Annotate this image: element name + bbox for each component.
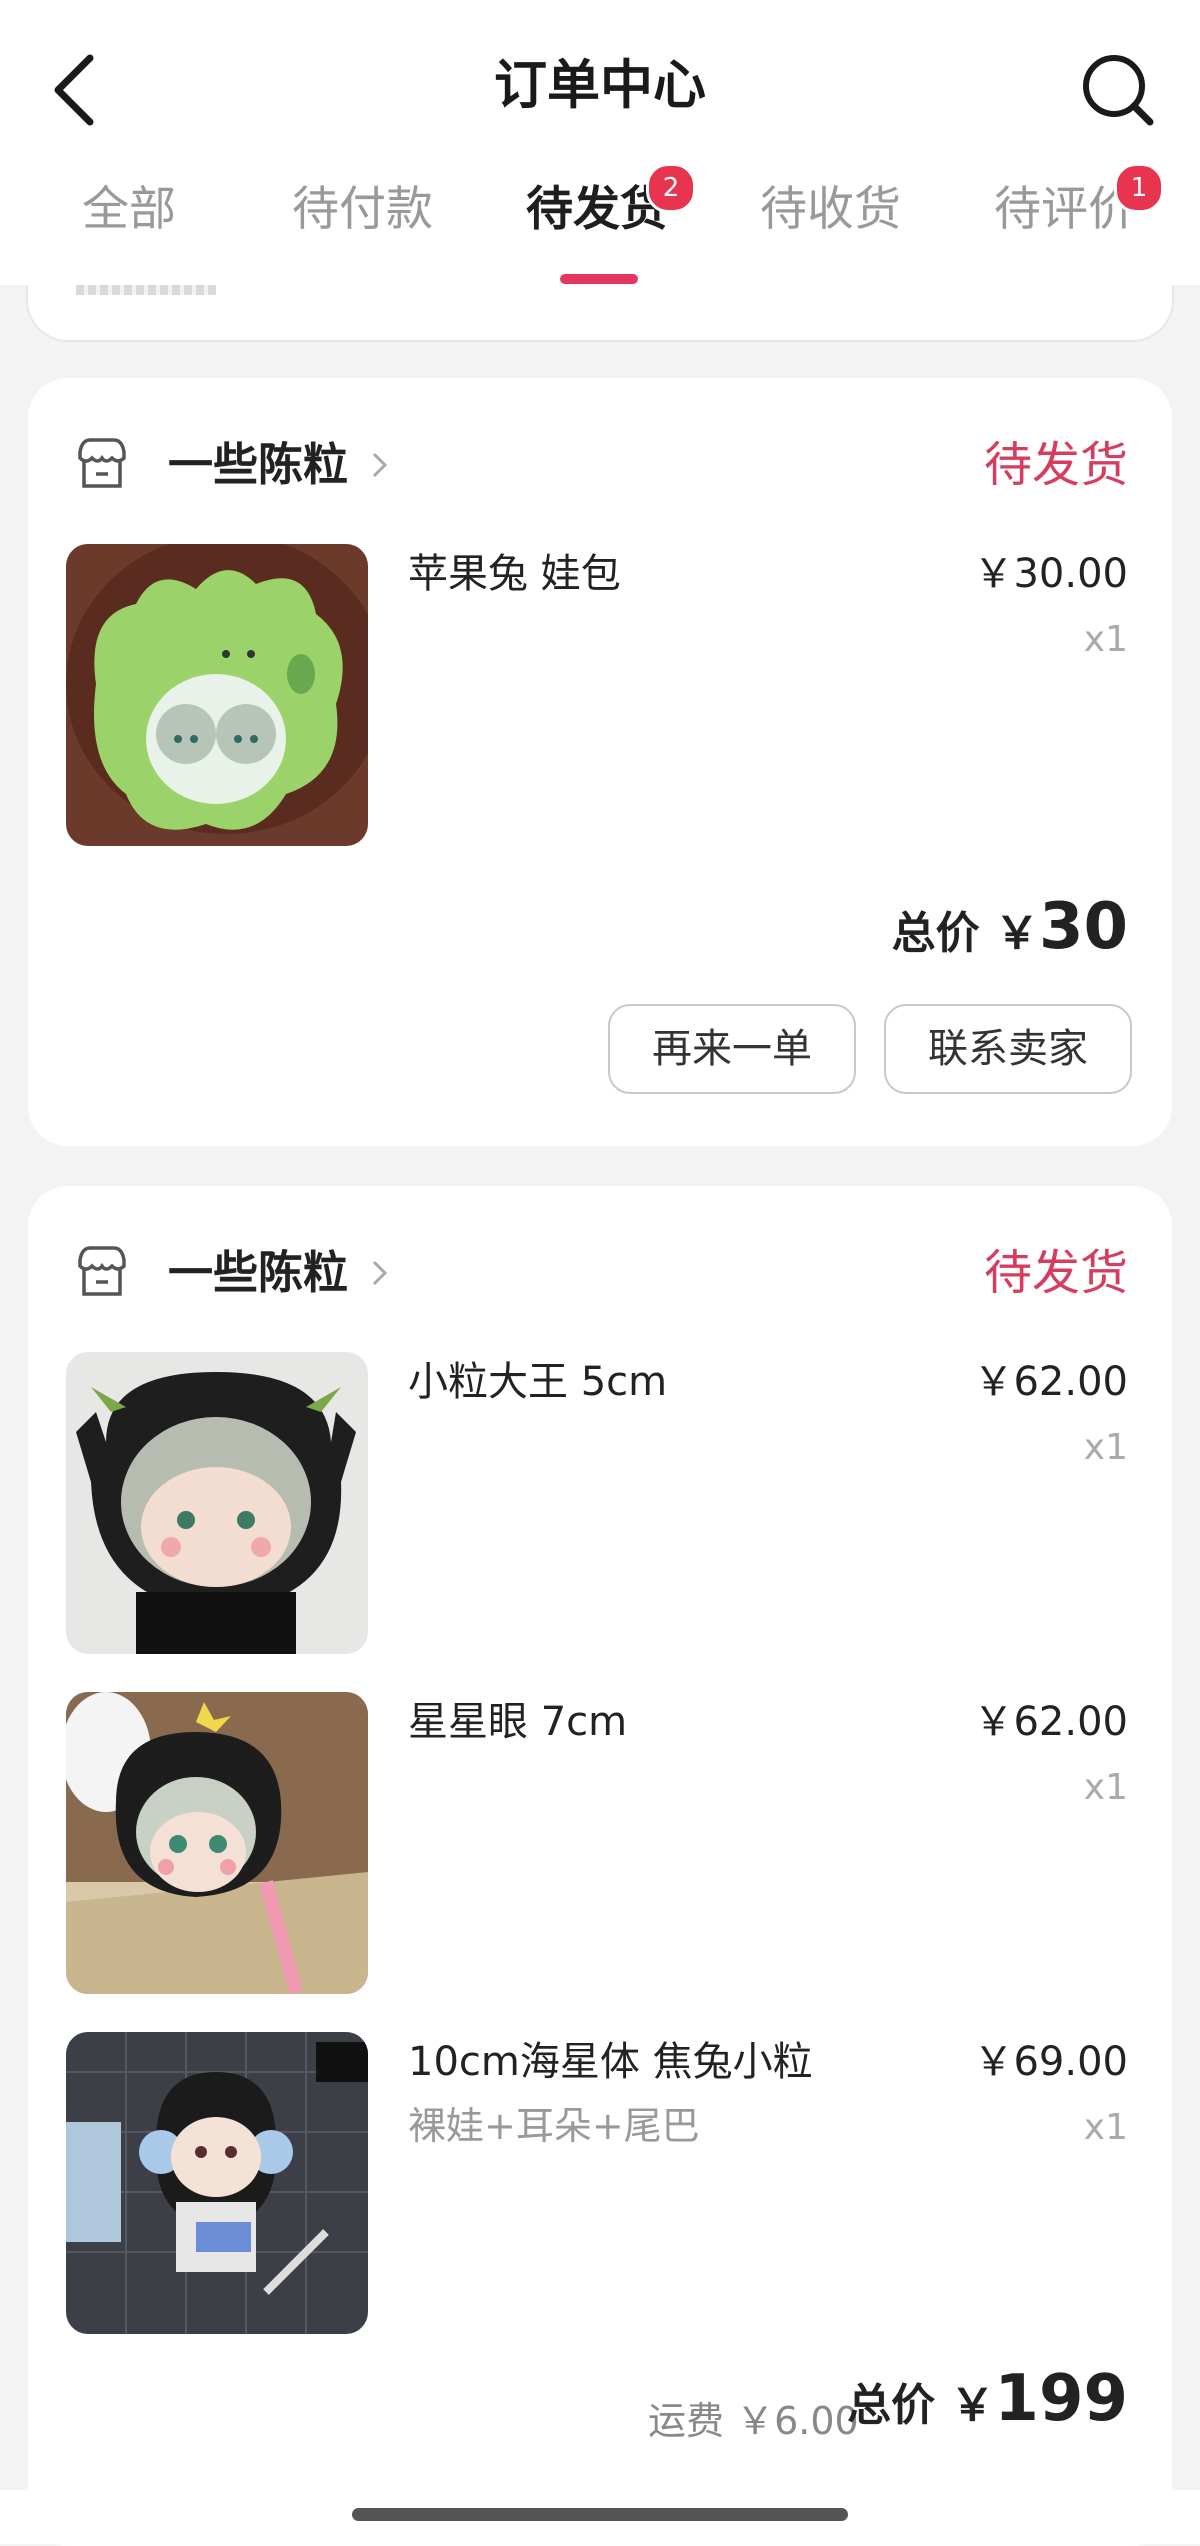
tab-pending-receipt[interactable]: 待收货 — [760, 175, 901, 245]
product-name: 10cm海星体 焦兔小粒 — [408, 2039, 813, 2085]
contact-seller-button[interactable]: 联系卖家 — [884, 1004, 1132, 1094]
store-icon — [78, 1246, 126, 1296]
product-price: ￥69.00 — [973, 2039, 1128, 2085]
order-card: 一些陈粒 待发货 苹果兔 娃包 ￥30.00 x1 总价 ￥30 再来一单 联系… — [28, 378, 1172, 1146]
shop-row[interactable]: 一些陈粒 待发货 — [28, 426, 1172, 506]
product-image[interactable] — [66, 544, 368, 846]
product-image[interactable] — [66, 1352, 368, 1654]
tab-all[interactable]: 全部 — [82, 175, 176, 245]
order-item[interactable]: 苹果兔 娃包 ￥30.00 x1 — [28, 544, 1172, 846]
product-price: ￥62.00 — [973, 1359, 1128, 1405]
product-price: ￥30.00 — [973, 551, 1128, 597]
chevron-right-icon — [372, 452, 388, 478]
total-label: 总价 ￥ — [891, 908, 1039, 959]
product-name: 小粒大王 5cm — [408, 1359, 668, 1405]
active-tab-indicator — [560, 274, 638, 284]
total-amount: 30 — [1038, 890, 1128, 964]
total-label: 总价 ￥ — [847, 2380, 995, 2431]
shipping-fee: 运费 ￥6.00 — [648, 2399, 859, 2443]
shop-name[interactable]: 一些陈粒 — [168, 1238, 348, 1308]
chevron-right-icon — [372, 1260, 388, 1286]
tab-badge-pending-review: 1 — [1114, 163, 1164, 213]
order-status: 待发货 — [983, 437, 1128, 493]
order-status: 待发货 — [983, 1245, 1128, 1301]
order-item[interactable]: 10cm海星体 焦兔小粒 裸娃+耳朵+尾巴 ￥69.00 x1 — [28, 2032, 1172, 2334]
order-item[interactable]: 星星眼 7cm ￥62.00 x1 — [28, 1692, 1172, 1994]
shop-name[interactable]: 一些陈粒 — [168, 430, 348, 500]
search-button[interactable] — [1078, 50, 1158, 130]
order-status-tabs: 全部 待付款 待发货 2 待收货 待评价 1 — [0, 163, 1200, 284]
order-card: 一些陈粒 待发货 小粒大王 5cm ￥62.00 x1 星星眼 7cm ￥62.… — [28, 1186, 1172, 2546]
product-quantity: x1 — [1083, 1767, 1128, 1808]
product-spec: 裸娃+耳朵+尾巴 — [408, 2104, 700, 2148]
faded-text — [76, 285, 216, 295]
page-title: 订单中心 — [494, 55, 706, 116]
store-icon — [78, 438, 126, 488]
shop-row[interactable]: 一些陈粒 待发货 — [28, 1234, 1172, 1314]
product-price: ￥62.00 — [973, 1699, 1128, 1745]
total-amount: 199 — [994, 2362, 1128, 2436]
top-bar: 订单中心 全部 待付款 待发货 2 待收货 待评价 1 — [0, 0, 1200, 285]
order-total: 总价 ￥199 — [847, 2362, 1128, 2436]
reorder-button[interactable]: 再来一单 — [608, 1004, 856, 1094]
tab-badge-pending-shipment: 2 — [646, 163, 696, 213]
product-image[interactable] — [66, 2032, 368, 2334]
order-total: 总价 ￥30 — [892, 890, 1128, 964]
home-indicator[interactable] — [352, 2508, 848, 2521]
product-image[interactable] — [66, 1692, 368, 1994]
product-quantity: x1 — [1083, 619, 1128, 660]
product-name: 星星眼 7cm — [408, 1699, 628, 1745]
order-item[interactable]: 小粒大王 5cm ￥62.00 x1 — [28, 1352, 1172, 1654]
product-quantity: x1 — [1083, 2107, 1128, 2148]
product-quantity: x1 — [1083, 1427, 1128, 1468]
tab-pending-payment[interactable]: 待付款 — [292, 175, 433, 245]
product-name: 苹果兔 娃包 — [408, 551, 621, 597]
search-icon — [1083, 55, 1154, 126]
